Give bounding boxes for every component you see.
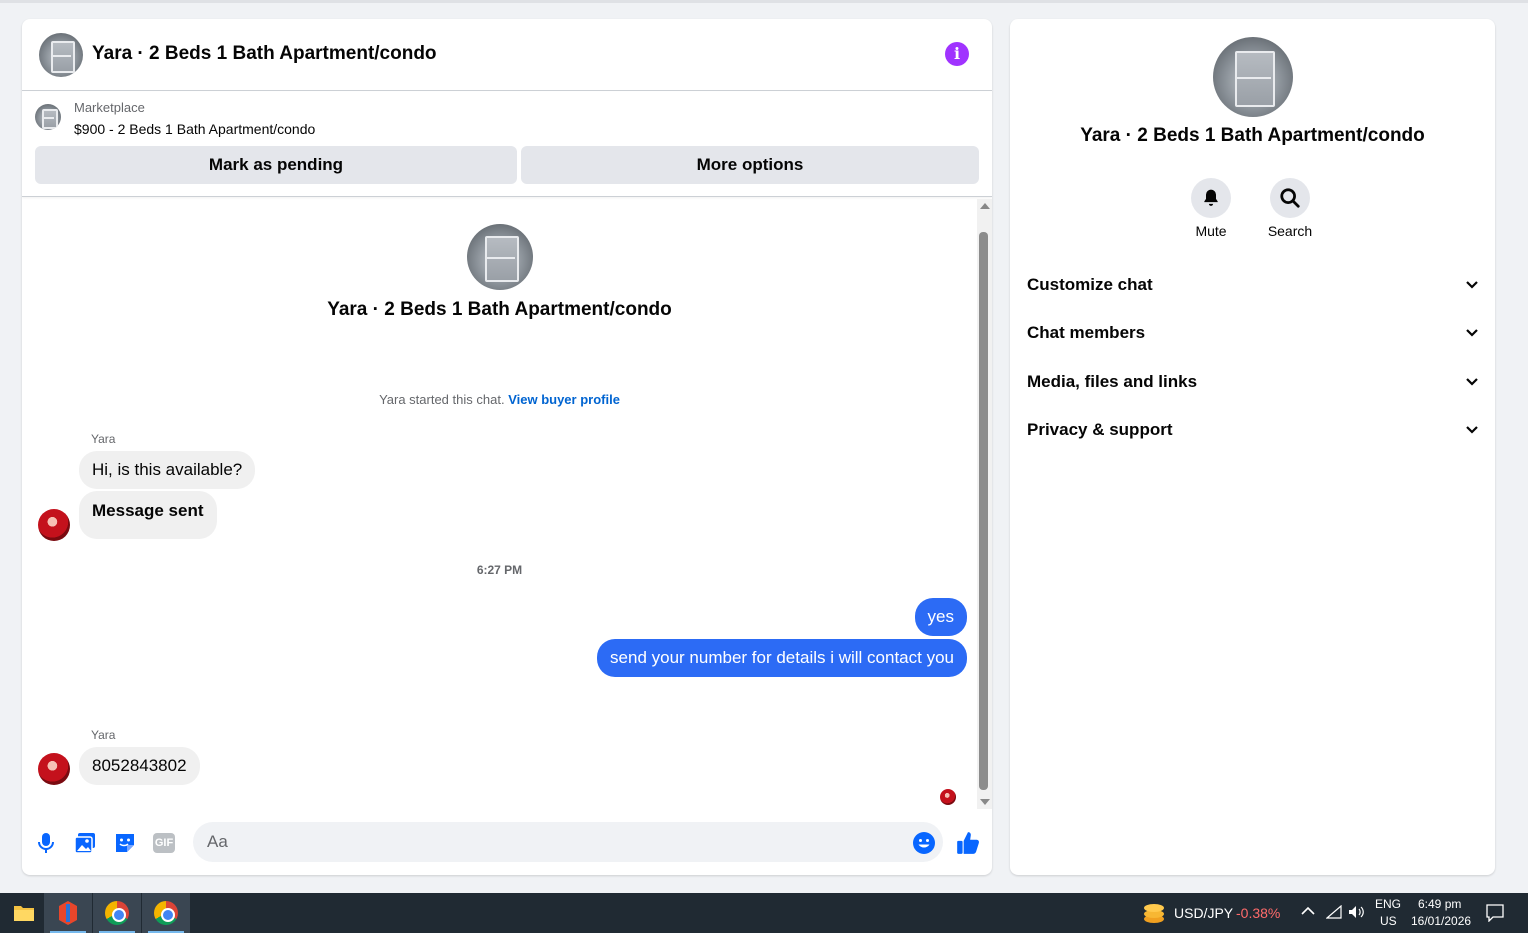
section-customize-chat[interactable]: Customize chat bbox=[1027, 265, 1479, 305]
message-bubble-incoming[interactable]: Hi, is this available? bbox=[79, 451, 256, 489]
message-input[interactable] bbox=[193, 822, 943, 862]
section-label: Chat members bbox=[1027, 323, 1146, 342]
chat-panel: Yara · 2 Beds 1 Bath Apartment/condo i M… bbox=[22, 19, 992, 875]
ticker-symbol[interactable]: USD/JPY bbox=[1174, 905, 1233, 921]
volume-icon[interactable] bbox=[1348, 905, 1364, 919]
mark-as-pending-button[interactable]: Mark as pending bbox=[35, 146, 517, 184]
section-label: Media, files and links bbox=[1027, 372, 1198, 391]
scroll-up-arrow-icon[interactable] bbox=[980, 203, 990, 209]
bell-icon bbox=[1204, 189, 1218, 206]
chat-header: Yara · 2 Beds 1 Bath Apartment/condo i bbox=[22, 19, 992, 91]
sender-name: Yara bbox=[91, 728, 116, 742]
chat-started-line: Yara started this chat. View buyer profi… bbox=[22, 392, 977, 407]
scroll-thumb[interactable] bbox=[979, 232, 988, 790]
message-bubble-outgoing[interactable]: yes bbox=[914, 598, 967, 636]
sender-avatar[interactable] bbox=[38, 509, 70, 541]
chat-title[interactable]: Yara · 2 Beds 1 Bath Apartment/condo bbox=[92, 43, 437, 65]
thread-title: Yara · 2 Beds 1 Bath Apartment/condo bbox=[327, 299, 672, 320]
search-icon bbox=[1280, 188, 1300, 208]
section-label: Privacy & support bbox=[1027, 420, 1173, 439]
chevron-up-icon[interactable] bbox=[1301, 906, 1315, 916]
chat-started-text: Yara started this chat. bbox=[379, 392, 505, 407]
emoji-icon[interactable] bbox=[912, 831, 936, 855]
mute-button[interactable] bbox=[1191, 178, 1231, 218]
photo-icon[interactable] bbox=[73, 831, 97, 855]
chevron-down-icon bbox=[1466, 329, 1478, 337]
thread-avatar bbox=[467, 224, 533, 290]
scroll-down-arrow-icon[interactable] bbox=[980, 799, 990, 805]
info-icon[interactable]: i bbox=[945, 42, 969, 66]
mute-label: Mute bbox=[1195, 223, 1227, 239]
message-timestamp: 6:27 PM bbox=[476, 563, 523, 577]
chevron-down-icon bbox=[1466, 378, 1478, 386]
conversation-details-panel: Yara · 2 Beds 1 Bath Apartment/condo Mut… bbox=[1010, 19, 1495, 875]
section-media-files-links[interactable]: Media, files and links bbox=[1027, 362, 1479, 402]
microphone-icon[interactable] bbox=[34, 831, 58, 855]
listing-thumbnail[interactable] bbox=[35, 104, 61, 130]
listing-title[interactable]: $900 - 2 Beds 1 Bath Apartment/condo bbox=[74, 121, 315, 137]
app-icon-active[interactable] bbox=[44, 893, 92, 933]
chrome-icon[interactable] bbox=[142, 893, 190, 933]
chevron-down-icon bbox=[1466, 281, 1478, 289]
message-bubble-incoming[interactable]: Message sent bbox=[79, 491, 217, 539]
marketplace-label: Marketplace bbox=[74, 100, 145, 115]
chevron-down-icon bbox=[1466, 426, 1478, 434]
sticker-icon[interactable] bbox=[113, 831, 137, 855]
sender-name: Yara bbox=[91, 432, 116, 446]
window-top-border bbox=[0, 0, 1528, 3]
clock-date[interactable]: 16/01/2026 bbox=[1411, 914, 1471, 928]
language-indicator[interactable]: ENG bbox=[1375, 897, 1401, 911]
clock-time[interactable]: 6:49 pm bbox=[1418, 897, 1461, 911]
message-thread: Yara · 2 Beds 1 Bath Apartment/condo Yar… bbox=[22, 199, 977, 809]
section-privacy-support[interactable]: Privacy & support bbox=[1027, 410, 1479, 450]
details-avatar[interactable] bbox=[1213, 37, 1293, 117]
ticker-change: -0.38% bbox=[1236, 905, 1281, 921]
coins-icon[interactable] bbox=[1142, 902, 1166, 924]
thread-scrollbar[interactable] bbox=[977, 199, 992, 809]
thumbs-up-icon[interactable] bbox=[955, 830, 981, 856]
message-bubble-outgoing[interactable]: send your number for details i will cont… bbox=[597, 639, 967, 677]
marketplace-banner: Marketplace $900 - 2 Beds 1 Bath Apartme… bbox=[22, 92, 992, 197]
sender-avatar[interactable] bbox=[38, 753, 70, 785]
notification-center-icon[interactable] bbox=[1486, 904, 1504, 922]
details-title: Yara · 2 Beds 1 Bath Apartment/condo bbox=[1080, 125, 1425, 146]
section-chat-members[interactable]: Chat members bbox=[1027, 313, 1479, 353]
search-label: Search bbox=[1267, 223, 1313, 239]
message-bubble-incoming[interactable]: 8052843802 bbox=[79, 747, 200, 785]
search-button[interactable] bbox=[1270, 178, 1310, 218]
view-buyer-profile-link[interactable]: View buyer profile bbox=[508, 392, 620, 407]
message-composer: GIF bbox=[22, 819, 992, 875]
network-icon[interactable] bbox=[1326, 905, 1342, 919]
more-options-button[interactable]: More options bbox=[521, 146, 979, 184]
file-explorer-icon[interactable] bbox=[0, 893, 48, 933]
gif-icon[interactable]: GIF bbox=[153, 833, 175, 853]
conversation-avatar[interactable] bbox=[39, 33, 83, 77]
chrome-icon[interactable] bbox=[93, 893, 141, 933]
seen-indicator-avatar bbox=[940, 789, 956, 805]
language-region[interactable]: US bbox=[1380, 914, 1397, 928]
section-label: Customize chat bbox=[1027, 275, 1153, 294]
windows-taskbar: USD/JPY -0.38% ENG US 6:49 pm 16/01/2026 bbox=[0, 893, 1528, 933]
